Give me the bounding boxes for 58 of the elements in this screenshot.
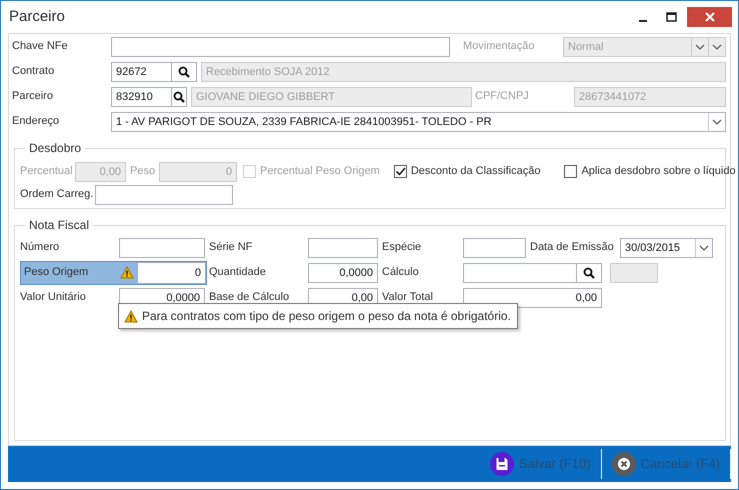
group-title: Desdobro [28, 141, 82, 155]
field-label: Valor Unitário [20, 290, 87, 306]
caret-down-icon [699, 244, 709, 252]
input-field[interactable]: 0 [137, 262, 206, 284]
search-button[interactable] [172, 86, 187, 106]
field-label: Espécie [382, 240, 422, 256]
input-field[interactable]: 92672 [111, 62, 172, 82]
field-label: Peso Origem [24, 265, 90, 280]
field-label: Chave NFe [12, 39, 69, 54]
input-field[interactable] [119, 238, 205, 258]
warning-icon [124, 310, 138, 322]
input-field[interactable]: 832910 [111, 86, 172, 106]
input-field[interactable] [463, 238, 526, 258]
date-picker[interactable]: 30/03/2015 [620, 238, 713, 258]
warning-tooltip: Para contratos com tipo de peso origem o peso da nota é obrigatório. [118, 303, 518, 329]
warning-icon [120, 266, 134, 279]
field-label: CPF/CNPJ [475, 89, 530, 104]
search-icon [583, 266, 595, 278]
minimize-icon [638, 20, 646, 22]
field-label: Aplica desdobro sobre o líquido [581, 164, 736, 180]
field-label: Quantidade [209, 265, 267, 280]
field-label: Cálculo [382, 265, 420, 280]
maximize-icon [666, 12, 677, 22]
close-circle-icon [612, 452, 636, 476]
field-label: Percentual Peso Origem [260, 164, 380, 180]
caret-down-icon [712, 118, 722, 126]
search-button[interactable] [172, 62, 197, 82]
search-button[interactable] [577, 262, 602, 282]
search-icon [178, 66, 190, 78]
field-label: Desconto da Classificação [410, 164, 540, 180]
group-title: Nota Fiscal [28, 218, 90, 232]
field-label: Base de Cálculo [209, 290, 290, 306]
window-title: Parceiro [9, 6, 65, 27]
input-field[interactable]: 0,00 [463, 288, 602, 308]
search-icon [173, 90, 185, 102]
field-label: Contrato [12, 64, 56, 80]
readonly-field [610, 262, 658, 282]
field-label: Série NF [209, 240, 254, 256]
field-label: Endereço [12, 114, 60, 130]
field-label: Movimentação [463, 39, 536, 54]
field-label: Número [20, 240, 60, 256]
field-label: Parceiro [12, 89, 54, 104]
close-button[interactable] [687, 7, 732, 27]
field-label: Percentual [20, 164, 74, 180]
input-field[interactable]: 0,0000 [308, 262, 378, 282]
field-label: Ordem Carreg. [20, 187, 94, 202]
field-label: Data de Emissão [530, 240, 615, 256]
address-dropdown[interactable]: 1 - AV PARIGOT DE SOUZA, 2339 FABRICA-IE 2841003951- TOLEDO - PR [111, 112, 726, 132]
checkbox[interactable] [564, 165, 578, 178]
close-icon [704, 11, 716, 23]
field-label: Peso [130, 164, 156, 180]
field-label: Valor Total [382, 290, 434, 306]
input-field[interactable] [111, 36, 450, 56]
checkbox[interactable] [394, 165, 407, 178]
input-field[interactable] [95, 184, 233, 204]
input-field[interactable] [463, 262, 577, 282]
floppy-disk-icon [490, 452, 514, 476]
input-field[interactable] [308, 238, 378, 258]
